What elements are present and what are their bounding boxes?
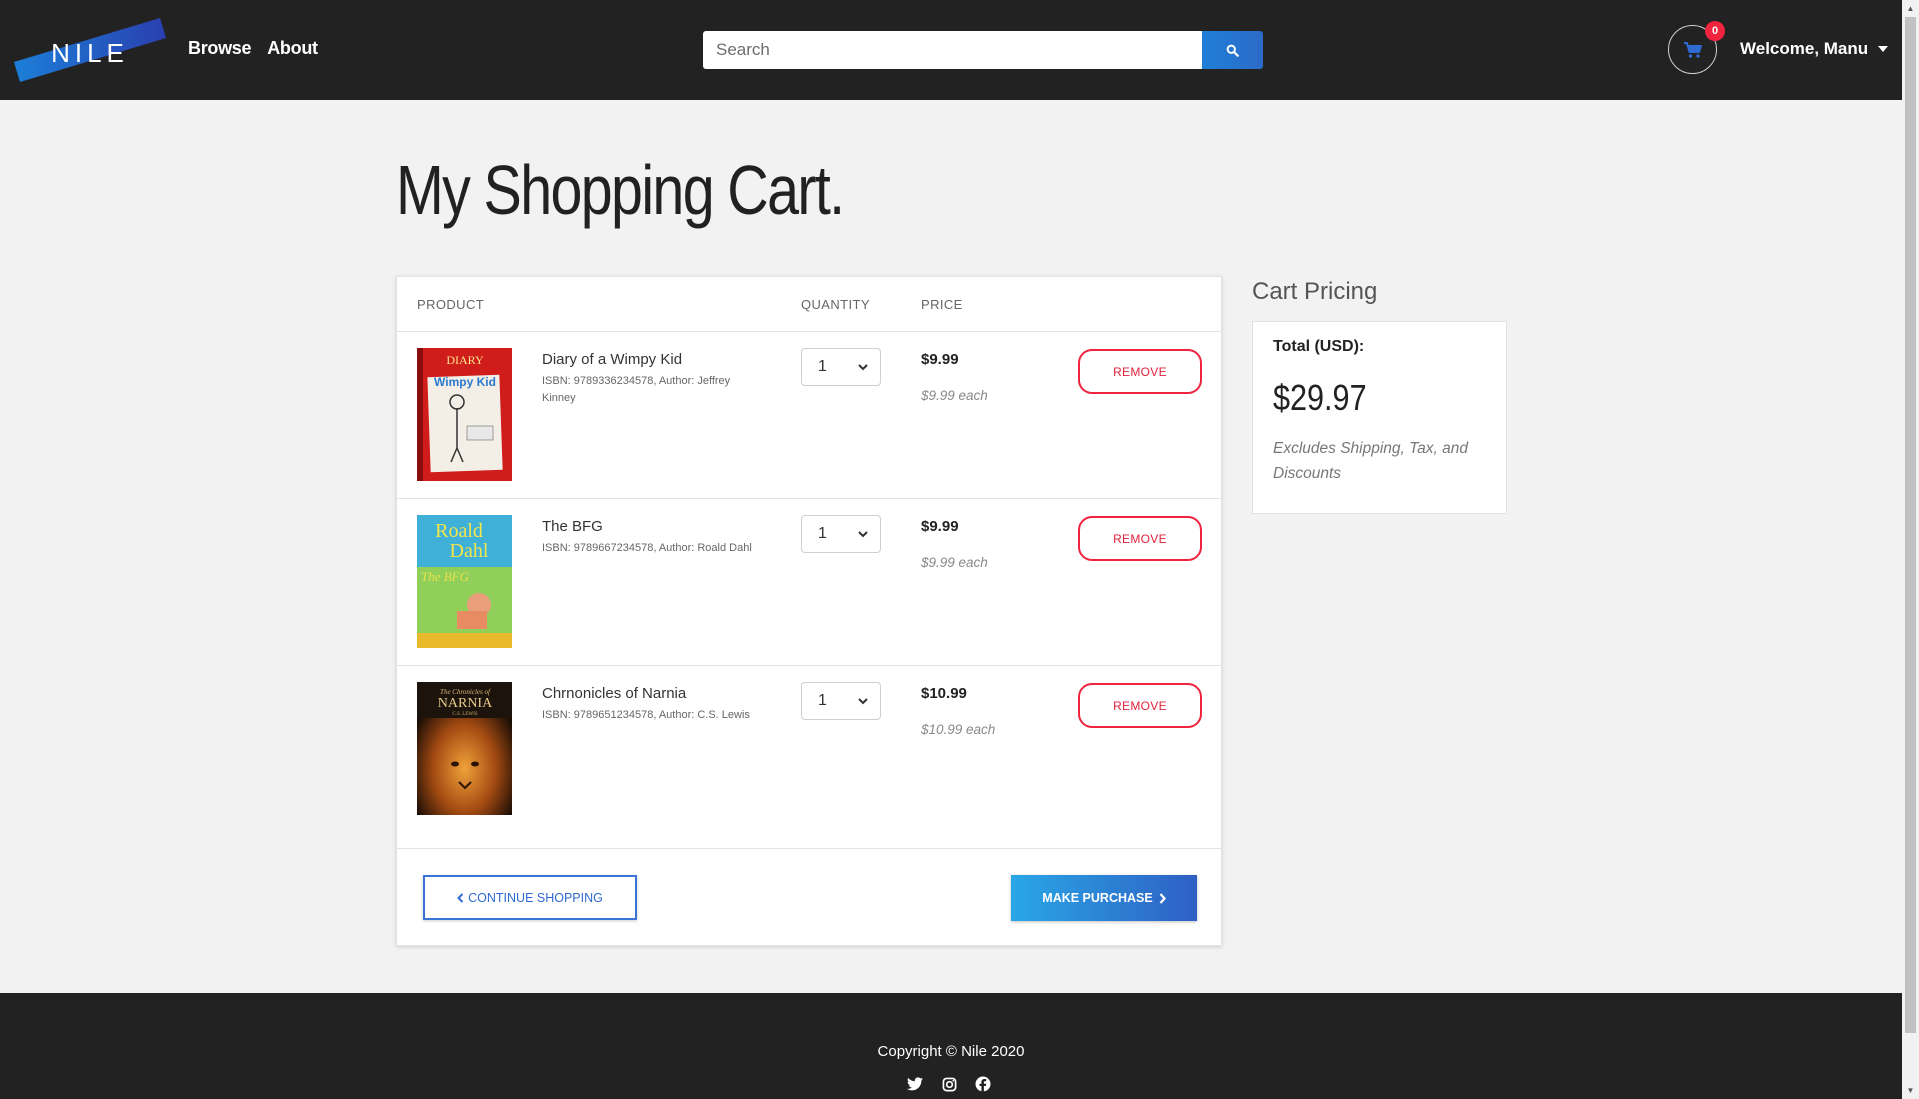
product-title[interactable]: Chrnonicles of Narnia bbox=[542, 685, 686, 702]
quantity-value: 1 bbox=[818, 358, 827, 375]
divider bbox=[397, 665, 1221, 666]
quantity-select[interactable]: 1 bbox=[801, 682, 881, 720]
cart-pricing-heading: Cart Pricing bbox=[1252, 278, 1378, 305]
remove-button[interactable]: REMOVE bbox=[1078, 516, 1202, 561]
caret-down-icon bbox=[1878, 46, 1889, 52]
make-purchase-button[interactable]: MAKE PURCHASE bbox=[1011, 875, 1197, 921]
svg-text:The BFG: The BFG bbox=[421, 569, 470, 584]
copyright-text: Copyright © Nile 2020 bbox=[877, 1043, 1025, 1060]
remove-button[interactable]: REMOVE bbox=[1078, 349, 1202, 394]
main-nav: Browse About bbox=[188, 38, 318, 59]
book-cover-image[interactable]: DIARY Wimpy Kid bbox=[417, 348, 512, 481]
top-navbar: NILE Browse About 0 Welcome, Manu bbox=[0, 0, 1902, 100]
welcome-text: Welcome, Manu bbox=[1740, 39, 1869, 58]
site-footer: Copyright © Nile 2020 bbox=[0, 993, 1902, 1099]
cart-count-badge: 0 bbox=[1705, 21, 1725, 41]
instagram-icon[interactable] bbox=[940, 1075, 958, 1093]
item-unit-price: $10.99 each bbox=[921, 722, 996, 737]
scroll-up-icon[interactable]: ▲ bbox=[1902, 0, 1919, 17]
book-cover-image[interactable]: The Chronicles of NARNIA C.S. LEWIS bbox=[417, 682, 512, 815]
quantity-select[interactable]: 1 bbox=[801, 348, 881, 386]
item-price: $9.99 bbox=[921, 351, 959, 368]
column-header-product: PRODUCT bbox=[417, 297, 485, 312]
divider bbox=[397, 848, 1221, 849]
svg-text:DIARY: DIARY bbox=[446, 353, 484, 367]
chevron-down-icon bbox=[858, 530, 868, 537]
twitter-icon[interactable] bbox=[906, 1075, 924, 1093]
search-bar bbox=[703, 31, 1263, 69]
svg-text:C.S. LEWIS: C.S. LEWIS bbox=[452, 712, 477, 717]
page-scrollbar[interactable]: ▲ ▼ bbox=[1902, 0, 1919, 1099]
product-meta: ISBN: 9789336234578, Author: Jeffrey Kin… bbox=[542, 375, 731, 404]
svg-text:NARNIA: NARNIA bbox=[438, 696, 493, 711]
make-purchase-label: MAKE PURCHASE bbox=[1042, 891, 1153, 905]
divider bbox=[397, 331, 1221, 332]
column-header-quantity: QUANTITY bbox=[801, 297, 870, 312]
chevron-right-icon bbox=[1159, 892, 1166, 904]
svg-text:Roald: Roald bbox=[435, 520, 483, 542]
product-meta: ISBN: 9789667234578, Author: Roald Dahl bbox=[542, 542, 752, 554]
divider bbox=[397, 498, 1221, 499]
scroll-thumb[interactable] bbox=[1905, 17, 1916, 1033]
nav-browse[interactable]: Browse bbox=[188, 38, 252, 59]
search-icon bbox=[1226, 44, 1239, 57]
continue-shopping-label: CONTINUE SHOPPING bbox=[468, 890, 603, 905]
quantity-value: 1 bbox=[818, 692, 827, 709]
scroll-down-icon[interactable]: ▼ bbox=[1902, 1082, 1919, 1099]
cart-table: PRODUCT QUANTITY PRICE DIARY Wimpy Kid D… bbox=[396, 276, 1222, 946]
page-title: My Shopping Cart. bbox=[396, 151, 845, 229]
search-button[interactable] bbox=[1202, 31, 1263, 69]
cart-pricing-card: Total (USD): $29.97 Excludes Shipping, T… bbox=[1252, 321, 1507, 514]
user-menu[interactable]: Welcome, Manu bbox=[1740, 39, 1889, 59]
svg-text:Wimpy Kid: Wimpy Kid bbox=[434, 375, 496, 389]
item-price: $10.99 bbox=[921, 685, 967, 702]
item-price: $9.99 bbox=[921, 518, 959, 535]
chevron-down-icon bbox=[858, 697, 868, 704]
product-title[interactable]: Diary of a Wimpy Kid bbox=[542, 351, 682, 368]
cart-icon bbox=[1683, 41, 1702, 58]
facebook-icon[interactable] bbox=[974, 1075, 992, 1093]
logo-text: NILE bbox=[51, 38, 129, 68]
social-links bbox=[906, 1075, 992, 1093]
quantity-select[interactable]: 1 bbox=[801, 515, 881, 553]
book-cover-image[interactable]: Roald Dahl The BFG bbox=[417, 515, 512, 648]
chevron-down-icon bbox=[858, 363, 868, 370]
product-title[interactable]: The BFG bbox=[542, 518, 603, 535]
continue-shopping-button[interactable]: CONTINUE SHOPPING bbox=[423, 875, 637, 920]
item-unit-price: $9.99 each bbox=[921, 388, 988, 403]
total-value: $29.97 bbox=[1273, 377, 1367, 418]
svg-text:Dahl: Dahl bbox=[450, 540, 489, 562]
quantity-value: 1 bbox=[818, 525, 827, 542]
search-input[interactable] bbox=[703, 31, 1202, 69]
nile-logo[interactable]: NILE bbox=[14, 18, 166, 82]
pricing-note: Excludes Shipping, Tax, and Discounts bbox=[1273, 440, 1469, 482]
item-unit-price: $9.99 each bbox=[921, 555, 988, 570]
column-header-price: PRICE bbox=[921, 297, 963, 312]
svg-text:The Chronicles of: The Chronicles of bbox=[440, 688, 491, 696]
total-label: Total (USD): bbox=[1273, 338, 1365, 355]
chevron-left-icon bbox=[457, 892, 464, 903]
remove-button[interactable]: REMOVE bbox=[1078, 683, 1202, 728]
nav-about[interactable]: About bbox=[267, 38, 318, 59]
product-meta: ISBN: 9789651234578, Author: C.S. Lewis bbox=[542, 709, 750, 721]
